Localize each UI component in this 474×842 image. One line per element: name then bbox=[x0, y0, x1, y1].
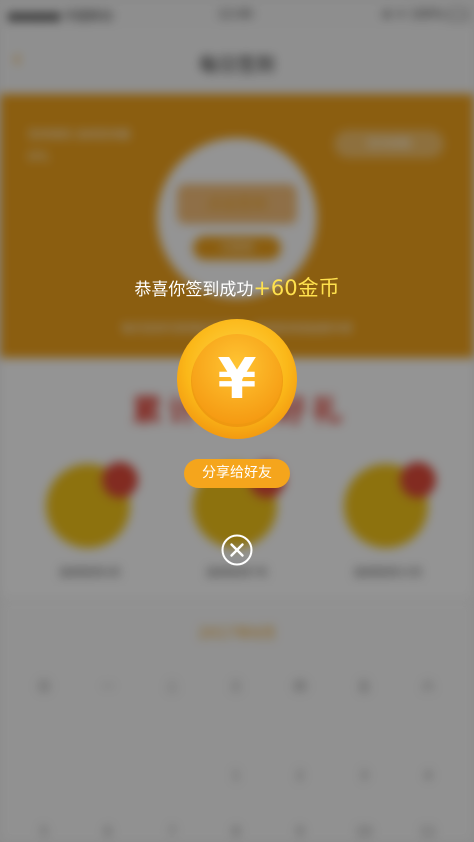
success-message: 恭喜你签到成功+60金币 bbox=[0, 272, 474, 302]
coin-symbol: ¥ bbox=[218, 347, 257, 412]
gold-coin-icon: ¥ bbox=[177, 319, 297, 439]
reward-amount: +60金币 bbox=[253, 276, 340, 300]
close-circle-icon[interactable] bbox=[221, 534, 253, 566]
share-button[interactable]: 分享给好友 bbox=[184, 459, 290, 488]
screen: ●●●●● 中国移动 12:00 ⊕ ✈ 100% ‹ 每日签到 签到规则 连续… bbox=[0, 0, 474, 842]
success-message-text: 恭喜你签到成功 bbox=[134, 280, 254, 300]
